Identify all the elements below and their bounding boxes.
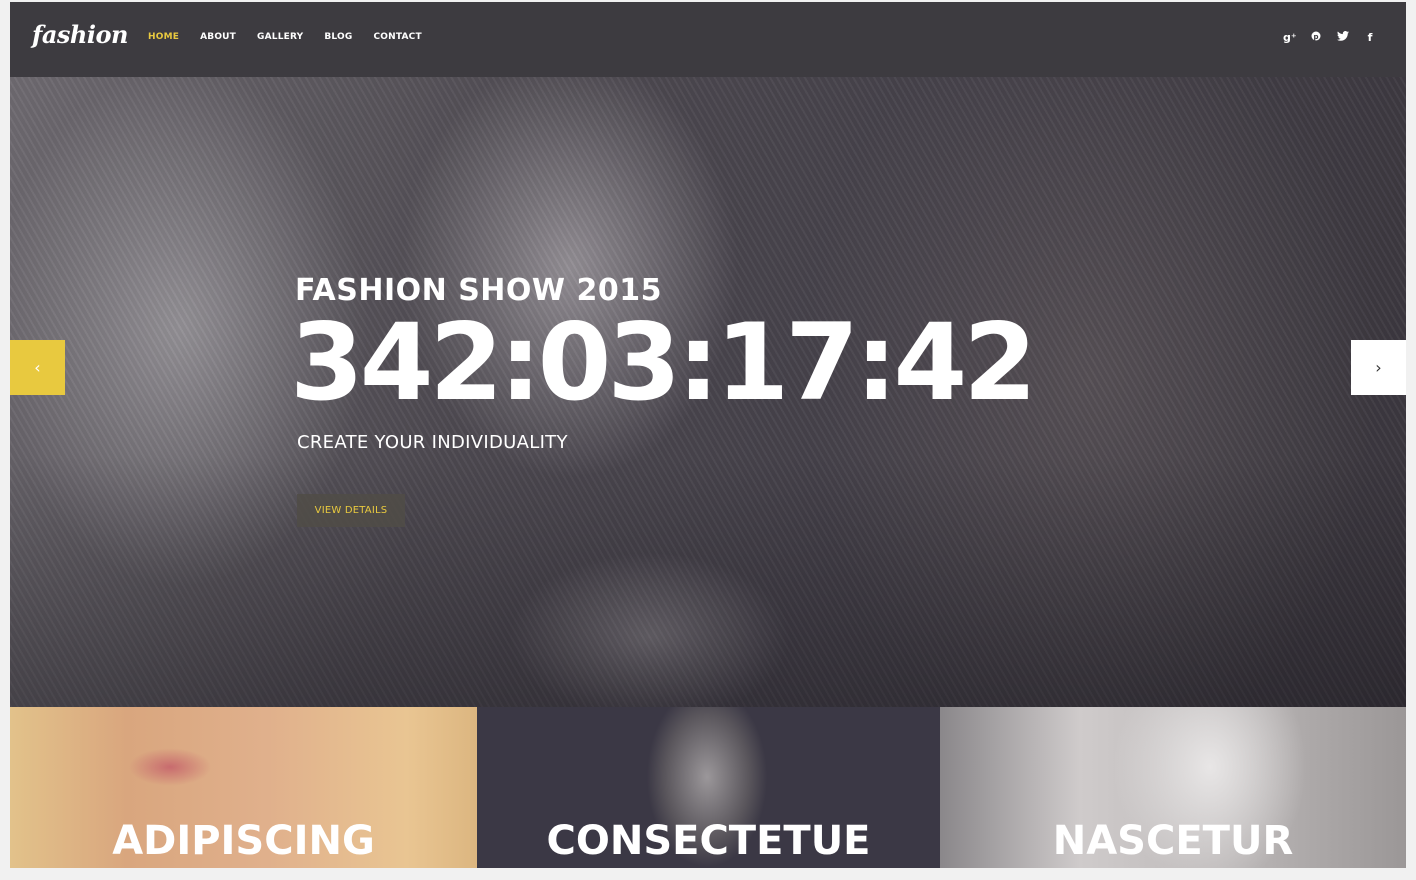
chevron-right-icon: › — [1375, 358, 1382, 377]
view-details-button[interactable]: VIEW DETAILS — [297, 494, 405, 527]
feature-tile-2[interactable]: CONSECTETUE — [477, 707, 940, 868]
pinterest-icon[interactable]: p — [1310, 31, 1322, 44]
chevron-left-icon: ‹ — [34, 358, 41, 377]
tile-label: NASCETUR — [1052, 818, 1294, 864]
nav-item-gallery[interactable]: GALLERY — [257, 32, 303, 42]
social-links: g⁺ p f — [1283, 31, 1376, 44]
site-header: fashion HOME ABOUT GALLERY BLOG CONTACT … — [10, 2, 1406, 77]
google-plus-icon[interactable]: g⁺ — [1283, 31, 1297, 44]
logo[interactable]: fashion — [32, 20, 128, 49]
nav-item-contact[interactable]: CONTACT — [373, 32, 421, 42]
page-frame: fashion HOME ABOUT GALLERY BLOG CONTACT … — [10, 2, 1406, 868]
countdown-timer: 342:03:17:42 — [290, 301, 1037, 424]
twitter-icon[interactable] — [1337, 31, 1349, 44]
tile-label: ADIPISCING — [112, 818, 375, 864]
nav-item-home[interactable]: HOME — [148, 32, 179, 42]
nav-item-about[interactable]: ABOUT — [200, 32, 236, 42]
feature-tiles: ADIPISCING CONSECTETUE NASCETUR — [10, 707, 1406, 868]
facebook-icon[interactable]: f — [1364, 31, 1376, 44]
main-nav: HOME ABOUT GALLERY BLOG CONTACT — [148, 32, 422, 42]
tile-label: CONSECTETUE — [546, 818, 871, 864]
svg-text:p: p — [1313, 33, 1318, 41]
feature-tile-3[interactable]: NASCETUR — [940, 707, 1406, 868]
feature-tile-1[interactable]: ADIPISCING — [10, 707, 477, 868]
nav-item-blog[interactable]: BLOG — [324, 32, 352, 42]
hero-tagline: CREATE YOUR INDIVIDUALITY — [297, 432, 568, 453]
slider-prev-button[interactable]: ‹ — [10, 340, 65, 395]
slider-next-button[interactable]: › — [1351, 340, 1406, 395]
hero-slider: FASHION SHOW 2015 342:03:17:42 CREATE YO… — [10, 77, 1406, 707]
